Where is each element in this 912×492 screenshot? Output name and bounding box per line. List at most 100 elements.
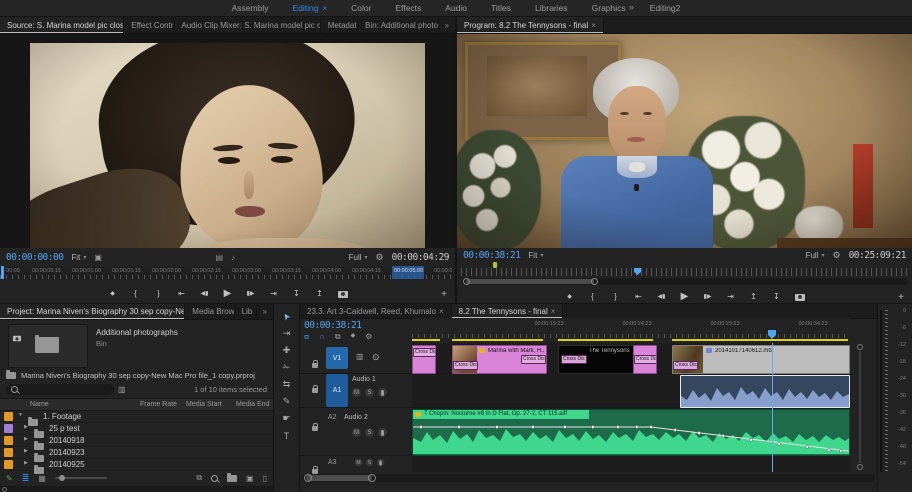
step-back-button[interactable]: ◀▮ <box>657 292 667 302</box>
mark-out-button[interactable]: } <box>154 289 164 299</box>
step-forward-button[interactable]: ▮▶ <box>703 292 713 302</box>
step-forward-button[interactable]: ▮▶ <box>246 289 256 299</box>
twirl-closed-icon[interactable]: ▶ <box>24 448 28 454</box>
hand-tool[interactable]: ☛ <box>274 410 299 427</box>
new-bin-button[interactable] <box>227 475 237 482</box>
play-button[interactable]: ▶ <box>680 292 690 302</box>
label-chip[interactable] <box>4 448 13 457</box>
list-view-button[interactable]: ≣ <box>22 473 30 484</box>
close-icon[interactable]: × <box>591 21 596 30</box>
transition[interactable]: Cross Dis <box>561 355 587 364</box>
program-resolution-select[interactable]: Full▾ <box>806 251 825 260</box>
tab-sequence-art3[interactable]: 23.3. Art 3-Caldwell, Reed, Khumalo× <box>300 304 452 318</box>
label-chip[interactable] <box>4 424 13 433</box>
workspace-tab-libraries[interactable]: Libraries <box>524 3 579 13</box>
transition[interactable]: Cross Dis <box>634 355 657 364</box>
mute-button[interactable]: M <box>352 388 361 397</box>
label-chip[interactable] <box>4 436 13 445</box>
track-name[interactable]: Audio 1 <box>352 376 376 383</box>
insert-button[interactable]: ↧ <box>292 289 302 299</box>
tab-libraries[interactable]: Lib <box>235 304 257 319</box>
track-label[interactable]: A2 <box>328 414 337 421</box>
slip-tool[interactable]: ⇆ <box>274 376 299 393</box>
overwrite-button[interactable]: ↥ <box>315 289 325 299</box>
transition[interactable]: Cross Dis <box>413 348 436 357</box>
zoom-slider[interactable] <box>55 477 107 479</box>
ripple-edit-tool[interactable]: ✚ <box>274 342 299 359</box>
track-label[interactable]: A3 <box>328 459 337 466</box>
sync-lock-icon[interactable]: ▥ <box>356 352 364 361</box>
workspace-overflow-button[interactable]: » <box>629 2 634 12</box>
pen-tool[interactable]: ✎ <box>274 393 299 410</box>
program-timecode[interactable]: 00:00:38:21 <box>463 250 520 261</box>
transition[interactable]: Cross Dis <box>673 361 698 370</box>
new-item-button[interactable]: ▣ <box>246 474 254 483</box>
video-clip-mts[interactable]: Cross Dis 20141017140612.mts <box>672 345 850 374</box>
program-video-area[interactable] <box>457 34 912 248</box>
drag-audio-icon[interactable]: ♪ <box>231 253 235 262</box>
voiceover-record-button[interactable] <box>377 459 385 467</box>
add-marker-button[interactable]: ◆ <box>351 332 356 342</box>
tab-metadata[interactable]: Metadata <box>321 17 358 33</box>
icon-view-button[interactable]: ▦ <box>38 474 46 483</box>
tab-sequence-tennysons[interactable]: 8.2 The Tennysons - final× <box>452 304 564 318</box>
tab-media-browser[interactable]: Media Browser <box>185 304 234 319</box>
marker-button[interactable]: ◆ <box>108 289 118 299</box>
voiceover-record-button[interactable] <box>378 428 387 437</box>
mute-button[interactable]: M <box>355 459 363 467</box>
mark-in-button[interactable]: { <box>588 292 598 302</box>
solo-button[interactable]: S <box>365 388 374 397</box>
source-playhead[interactable] <box>1 266 4 279</box>
tab-overflow-button[interactable]: » <box>439 17 455 33</box>
type-tool[interactable]: T <box>274 427 299 444</box>
video-clip-marina[interactable]: Marina with Mark, H... Cross Dis Cross D… <box>452 345 547 374</box>
table-row[interactable]: ▶ 20140925 <box>0 458 273 471</box>
program-playhead[interactable] <box>634 268 641 275</box>
source-zoom-select[interactable]: Fit▾ <box>71 253 86 262</box>
settings-wrench-icon[interactable]: ⚙ <box>376 252 384 263</box>
solo-button[interactable]: S <box>365 428 374 437</box>
tab-audio-clip-mixer[interactable]: Audio Clip Mixer: S. Marina model pic cl… <box>174 17 320 33</box>
program-zoom-select[interactable]: Fit▾ <box>528 251 543 260</box>
timeline-ruler[interactable]: 00:00:19:23 00:00:24:23 00:00:29:23 00:0… <box>412 318 850 339</box>
lock-icon[interactable] <box>312 363 318 368</box>
timeline-playhead[interactable] <box>772 343 773 472</box>
extract-button[interactable]: ↧ <box>772 292 782 302</box>
drag-video-icon[interactable]: ▤ <box>215 253 223 262</box>
source-track-indicator-a1[interactable]: A1 <box>326 374 348 407</box>
find-button[interactable] <box>211 475 218 482</box>
workspace-tab-audio[interactable]: Audio <box>434 3 478 13</box>
timeline-hscrollbar[interactable] <box>302 474 875 482</box>
transition[interactable]: Cross Dis <box>453 361 478 370</box>
close-icon[interactable]: × <box>439 307 444 316</box>
program-ruler[interactable] <box>461 268 908 276</box>
play-button[interactable]: ▶ <box>223 289 233 299</box>
solo-button[interactable]: S <box>366 459 374 467</box>
column-media-start[interactable]: Media Start <box>186 401 222 408</box>
mark-in-button[interactable]: { <box>131 289 141 299</box>
workspace-tab-color[interactable]: Color <box>340 3 382 13</box>
transition[interactable]: Cross Dis <box>521 355 546 364</box>
voiceover-record-button[interactable] <box>378 388 387 397</box>
volume-keyframe-line[interactable] <box>413 410 849 455</box>
go-to-out-button[interactable]: ⇥ <box>269 289 279 299</box>
lift-button[interactable]: ↥ <box>749 292 759 302</box>
lock-icon[interactable] <box>312 388 318 393</box>
export-frame-button[interactable] <box>338 291 348 298</box>
close-icon[interactable]: × <box>551 307 556 316</box>
go-to-out-button[interactable]: ⇥ <box>726 292 736 302</box>
go-to-in-button[interactable]: ⇤ <box>634 292 644 302</box>
workspace-tab-effects[interactable]: Effects <box>384 3 432 13</box>
twirl-open-icon[interactable]: ▼ <box>18 412 23 418</box>
marker-button[interactable]: ◆ <box>565 292 575 302</box>
razor-tool[interactable]: ✁ <box>274 359 299 376</box>
search-input[interactable] <box>6 384 114 395</box>
settings-wrench-icon[interactable]: ⚙ <box>833 250 841 261</box>
nest-toggle-button[interactable]: ⧈ <box>304 332 309 342</box>
video-clip[interactable]: Cross Dis <box>412 345 436 374</box>
label-chip[interactable] <box>4 460 13 469</box>
trash-button[interactable]: ▯ <box>263 474 267 483</box>
timeline-settings-wrench-icon[interactable]: ⚙ <box>365 332 372 342</box>
button-editor-button[interactable]: + <box>441 289 447 300</box>
workspace-tab-editing2[interactable]: Editing2 <box>639 3 692 13</box>
